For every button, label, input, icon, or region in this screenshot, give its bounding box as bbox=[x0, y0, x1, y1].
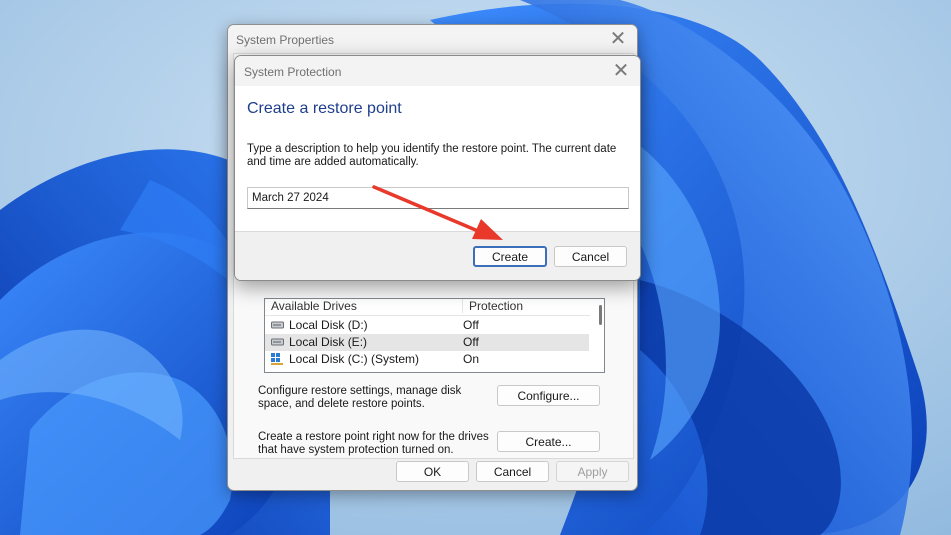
configure-button[interactable]: Configure... bbox=[497, 385, 600, 406]
apply-button[interactable]: Apply bbox=[556, 461, 629, 482]
drive-row[interactable]: Local Disk (E:) Off bbox=[265, 334, 589, 351]
drives-list-header: Available Drives Protection bbox=[265, 299, 590, 316]
system-protection-dialog: System Protection ✕ Create a restore poi… bbox=[234, 55, 641, 281]
create-description: Create a restore point right now for the… bbox=[258, 431, 489, 456]
dialog-footer: Create Cancel bbox=[235, 231, 640, 280]
window-title: System Properties bbox=[236, 33, 335, 47]
create-button[interactable]: Create bbox=[473, 246, 547, 267]
column-header-protection[interactable]: Protection bbox=[462, 299, 523, 313]
system-properties-titlebar[interactable]: System Properties ✕ bbox=[228, 25, 637, 53]
drive-icon bbox=[271, 338, 284, 346]
close-icon[interactable]: ✕ bbox=[608, 59, 634, 83]
ok-button[interactable]: OK bbox=[396, 461, 469, 482]
dialog-content: Create a restore point Type a descriptio… bbox=[235, 86, 640, 231]
restore-point-description-input[interactable] bbox=[247, 187, 629, 209]
drive-row[interactable]: Local Disk (C:) (System) On bbox=[265, 351, 589, 368]
dialog-heading: Create a restore point bbox=[247, 100, 402, 117]
close-icon[interactable]: ✕ bbox=[605, 27, 631, 51]
dialog-title: System Protection bbox=[244, 65, 342, 79]
drive-protection: Off bbox=[463, 335, 479, 349]
drives-scrollbar[interactable] bbox=[599, 305, 602, 325]
column-header-drives[interactable]: Available Drives bbox=[271, 299, 357, 313]
drive-name: Local Disk (D:) bbox=[289, 318, 368, 332]
dialog-description: Type a description to help you identify … bbox=[247, 143, 617, 168]
create-restore-point-button[interactable]: Create... bbox=[497, 431, 600, 452]
drive-name: Local Disk (C:) (System) bbox=[289, 352, 420, 366]
windows-drive-icon bbox=[271, 353, 283, 365]
drive-name: Local Disk (E:) bbox=[289, 335, 368, 349]
cancel-button[interactable]: Cancel bbox=[554, 246, 627, 267]
drive-protection: On bbox=[463, 352, 480, 366]
configure-description: Configure restore settings, manage disk … bbox=[258, 385, 462, 410]
drive-row[interactable]: Local Disk (D:) Off bbox=[265, 317, 589, 334]
system-protection-titlebar[interactable]: System Protection ✕ bbox=[235, 56, 640, 86]
drives-list[interactable]: Available Drives Protection Local Disk (… bbox=[264, 298, 605, 373]
drive-icon bbox=[271, 321, 284, 329]
cancel-button[interactable]: Cancel bbox=[476, 461, 549, 482]
drive-protection: Off bbox=[463, 318, 479, 332]
